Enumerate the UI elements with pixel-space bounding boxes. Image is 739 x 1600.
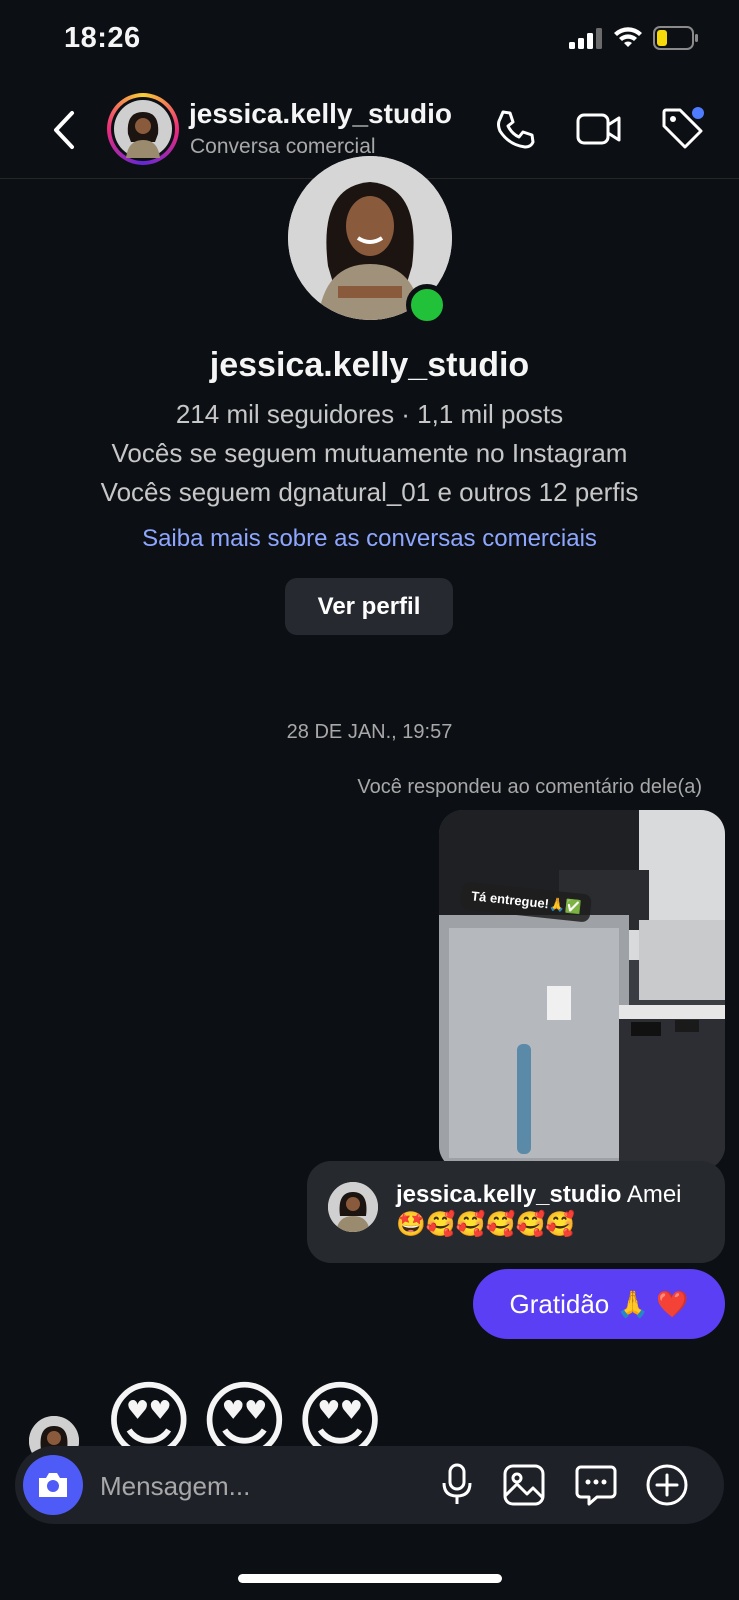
video-call-button[interactable] [574,104,624,154]
more-options-button[interactable] [643,1461,691,1509]
sent-message-bubble[interactable]: Gratidão 🙏 ❤️ [473,1269,725,1339]
date-separator: 28 DE JAN., 19:57 [286,721,453,743]
comment-username: jessica.kelly_studio [396,1181,622,1208]
header-avatar[interactable] [107,93,179,165]
learn-more-link[interactable]: Saiba mais sobre as conversas comerciais [0,525,739,553]
sticker-button[interactable] [572,1461,620,1509]
gallery-button[interactable] [500,1461,548,1509]
plus-circle-icon [646,1464,688,1506]
home-indicator [238,1574,502,1583]
photo-message[interactable]: Tá entregue!🙏✅ [439,810,725,1170]
voice-message-button[interactable] [433,1461,481,1509]
message-input[interactable] [98,1462,422,1510]
wifi-icon [614,27,642,47]
avatar-photo [328,1182,378,1232]
reply-avatar [328,1182,378,1232]
phone-icon [497,110,535,149]
back-button[interactable] [46,106,82,154]
call-button[interactable] [490,104,540,154]
header-username[interactable]: jessica.kelly_studio [189,98,452,130]
microphone-icon [442,1463,472,1504]
following-text: Vocês seguem dgnatural_01 e outros 12 pe… [100,477,639,507]
video-camera-icon [576,113,621,145]
avatar-photo [114,100,172,158]
status-time: 18:26 [64,22,141,54]
profile-username: jessica.kelly_studio [209,346,530,384]
labels-button[interactable] [658,104,708,154]
replied-comment-text: jessica.kelly_studio Amei 🤩🥰🥰🥰🥰🥰 [396,1180,706,1240]
tag-icon [662,107,704,149]
chevron-left-icon [54,111,74,149]
sticker-chat-icon [575,1465,617,1506]
view-profile-button[interactable]: Ver perfil [285,578,453,635]
kitchen-photo [439,810,725,1170]
camera-button[interactable] [23,1455,83,1515]
signal-icon [569,28,602,49]
mutual-follow-text: Vocês se seguem mutuamente no Instagram [111,438,628,468]
battery-icon [653,26,698,50]
online-status-dot [406,284,448,326]
camera-icon [39,1473,67,1497]
gallery-icon [503,1464,545,1506]
status-icons [569,26,699,50]
reply-context-note: Você respondeu ao comentário dele(a) [357,776,702,798]
profile-stats: 214 mil seguidores · 1,1 mil posts [175,399,564,429]
